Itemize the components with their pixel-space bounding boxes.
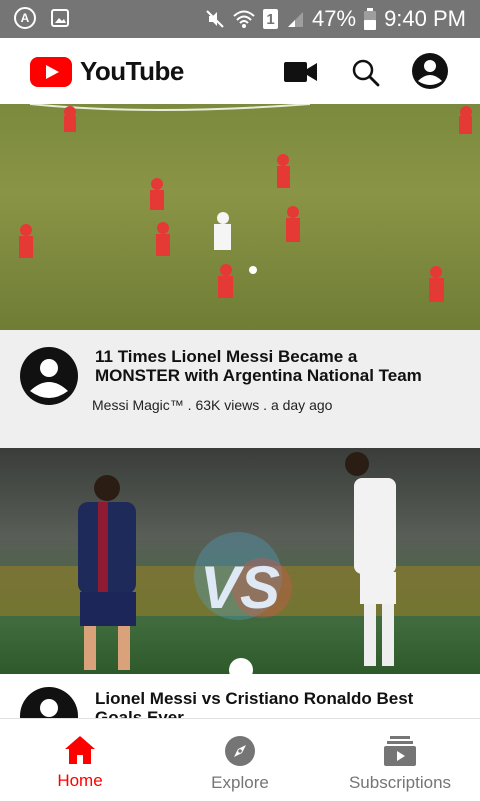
nav-home[interactable]: Home — [0, 719, 160, 801]
image-icon — [51, 9, 69, 27]
video-info[interactable]: Lionel Messi vs Cristiano Ronaldo Best G… — [0, 674, 480, 718]
video-title[interactable]: 11 Times Lionel Messi Became a MONSTER w… — [95, 347, 445, 385]
wifi-icon — [233, 10, 255, 28]
video-thumbnail[interactable]: VS — [0, 448, 480, 674]
clock: 9:40 PM — [384, 6, 466, 31]
thumbnail-image — [19, 104, 472, 302]
youtube-play-icon — [30, 56, 72, 87]
app-header: YouTube — [0, 38, 480, 105]
thumbnail-image: VS — [0, 452, 480, 674]
video-feed[interactable]: 11 Times Lionel Messi Became a MONSTER w… — [0, 104, 480, 718]
battery-percent: 47% — [312, 6, 357, 31]
video-thumbnail[interactable] — [0, 104, 480, 330]
accessibility-icon: A — [14, 7, 36, 29]
video-info[interactable]: 11 Times Lionel Messi Became a MONSTER w… — [0, 330, 480, 448]
signal-icon — [288, 12, 304, 27]
nav-subscriptions[interactable]: Subscriptions — [320, 719, 480, 801]
search-icon[interactable] — [351, 58, 381, 88]
nav-home-label: Home — [57, 771, 103, 790]
account-icon[interactable] — [412, 53, 448, 89]
nav-explore-label: Explore — [211, 773, 269, 792]
bottom-nav: Home Explore Subscriptions — [0, 718, 480, 801]
video-meta: Messi Magic™ . 63K views . a day ago — [92, 397, 333, 413]
nav-subscriptions-label: Subscriptions — [348, 773, 452, 792]
camera-icon[interactable] — [284, 60, 318, 84]
sim-indicator: 1 — [263, 9, 279, 29]
vs-text: VS — [200, 554, 280, 621]
compass-icon — [225, 736, 255, 766]
channel-avatar-icon[interactable] — [20, 347, 78, 405]
home-icon — [65, 736, 95, 764]
video-title[interactable]: Lionel Messi vs Cristiano Ronaldo Best G… — [95, 689, 445, 718]
youtube-logo[interactable]: YouTube — [30, 56, 184, 87]
subscriptions-icon — [384, 736, 416, 766]
brand-name: YouTube — [80, 56, 184, 86]
battery-icon — [364, 8, 377, 30]
nav-explore[interactable]: Explore — [160, 719, 320, 801]
channel-avatar-icon[interactable] — [20, 687, 78, 718]
mute-icon — [206, 10, 224, 28]
status-bar: A 1 47% 9:40 PM — [0, 0, 480, 38]
